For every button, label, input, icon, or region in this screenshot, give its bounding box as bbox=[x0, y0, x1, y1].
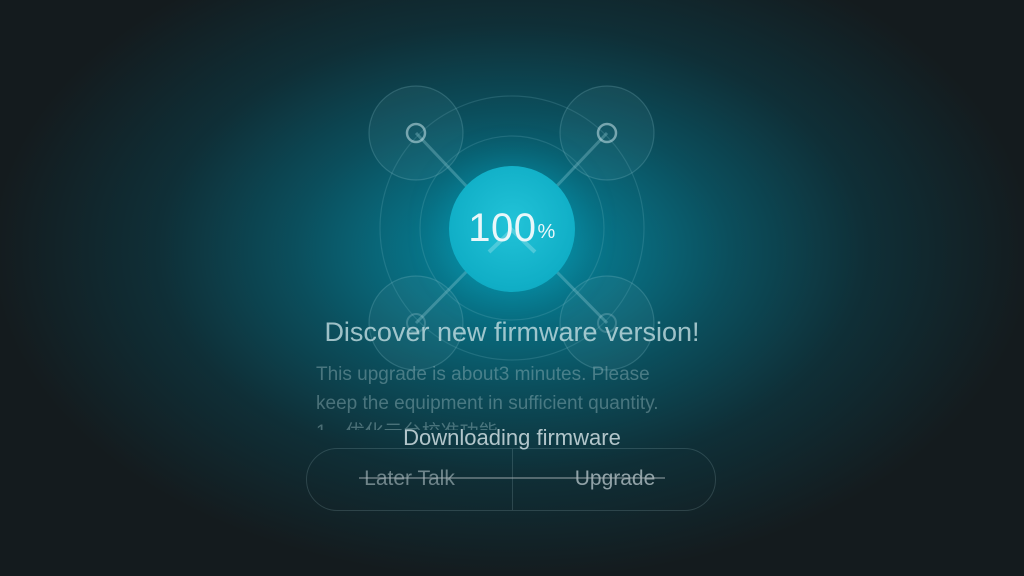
disabled-strike-line bbox=[359, 477, 665, 479]
upgrade-button[interactable]: Upgrade bbox=[513, 463, 717, 495]
dialog-body: This upgrade is about3 minutes. Please k… bbox=[316, 360, 736, 430]
progress-unit: % bbox=[537, 221, 556, 243]
body-line: This upgrade is about3 minutes. Please bbox=[316, 364, 650, 385]
later-talk-button[interactable]: Later Talk bbox=[307, 463, 512, 495]
dialog-button-bar: Later Talk Upgrade bbox=[306, 448, 716, 511]
body-line: keep the equipment in sufficient quantit… bbox=[316, 393, 659, 414]
dialog-title: Discover new firmware version! bbox=[324, 317, 700, 347]
download-status: Downloading firmware bbox=[403, 425, 621, 450]
progress-value: 100 bbox=[468, 206, 537, 250]
progress-percentage: 100% bbox=[449, 206, 575, 250]
firmware-upgrade-screen: 100% Discover new firmware version! This… bbox=[0, 0, 1024, 576]
